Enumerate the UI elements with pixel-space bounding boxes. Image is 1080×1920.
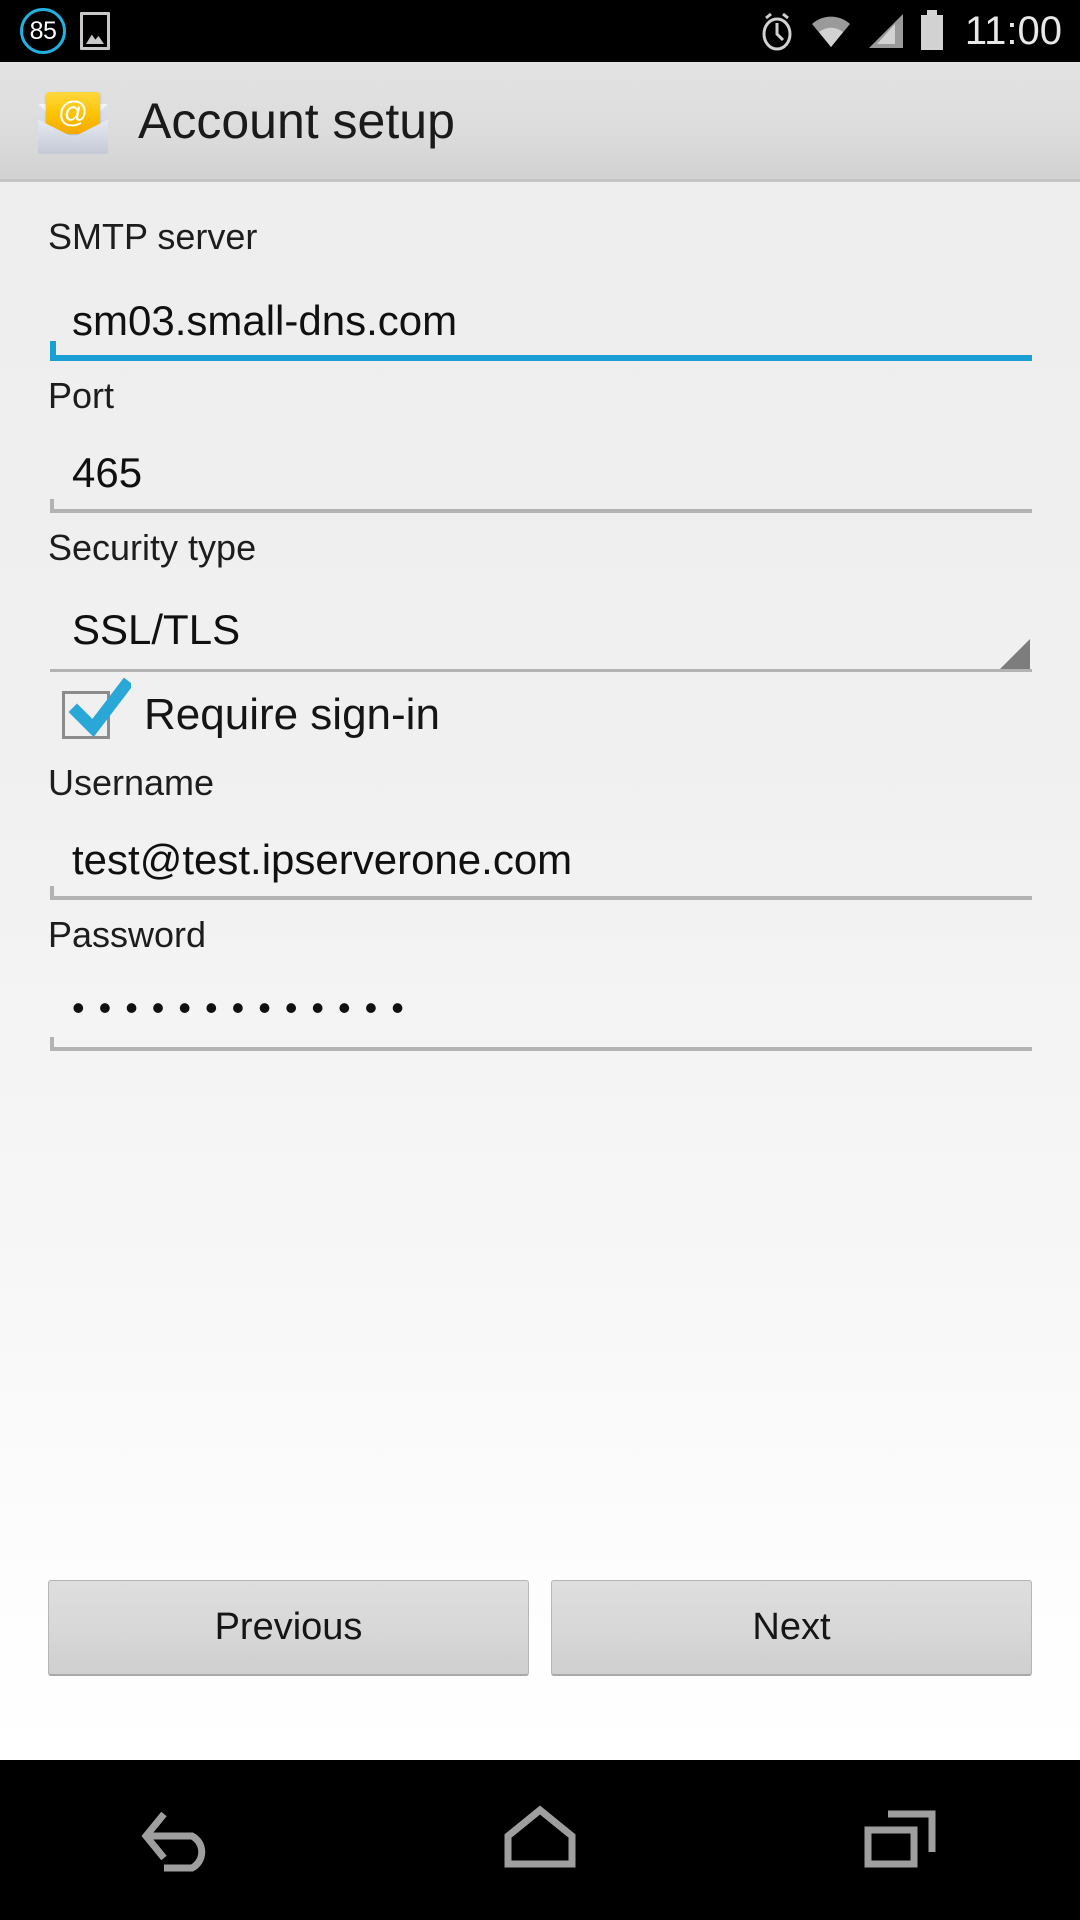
smtp-server-underline — [50, 341, 1032, 362]
checkbox-box — [62, 678, 131, 740]
account-setup-form: SMTP server sm03.small-dns.com Port 465 … — [0, 182, 1080, 1580]
password-value: ••••••••••••• — [72, 986, 418, 1028]
port-value: 465 — [72, 448, 143, 496]
android-screen: 85 11:00 @ Account setup SMTP server sm0… — [0, 0, 1080, 1920]
previous-button[interactable]: Previous — [48, 1580, 529, 1676]
back-button[interactable] — [80, 1780, 280, 1900]
security-type-value: SSL/TLS — [72, 606, 241, 654]
action-bar: @ Account setup — [0, 62, 1080, 182]
home-button[interactable] — [440, 1780, 640, 1900]
password-label: Password — [48, 913, 207, 955]
smtp-server-value: sm03.small-dns.com — [72, 297, 458, 345]
password-underline — [50, 1036, 1032, 1051]
security-type-label: Security type — [48, 526, 257, 568]
alarm-clock-icon — [762, 12, 792, 51]
status-bar-right: 11:00 — [757, 9, 1062, 54]
email-at-glyph: @ — [46, 91, 100, 134]
security-type-spinner[interactable]: SSL/TLS — [48, 580, 1032, 673]
password-input[interactable]: ••••••••••••• — [48, 967, 1032, 1051]
recents-icon — [864, 1810, 936, 1868]
notification-badge-icon: 85 — [20, 8, 66, 54]
battery-full-icon — [920, 10, 943, 50]
port-underline — [50, 498, 1032, 513]
username-label: Username — [48, 762, 215, 804]
username-input[interactable]: test@test.ipserverone.com — [48, 816, 1032, 900]
require-signin-label: Require sign-in — [144, 690, 440, 740]
page-title: Account setup — [138, 92, 455, 149]
username-value: test@test.ipserverone.com — [72, 835, 573, 883]
back-icon — [141, 1811, 206, 1872]
recents-button[interactable] — [800, 1780, 1000, 1900]
require-signin-checkbox[interactable]: Require sign-in — [62, 678, 1032, 740]
status-bar-left: 85 — [20, 8, 110, 54]
email-setup-icon: @ — [34, 86, 112, 156]
security-type-underline — [50, 669, 1032, 673]
home-icon — [504, 1805, 576, 1868]
smtp-server-input[interactable]: sm03.small-dns.com — [48, 269, 1032, 362]
port-input[interactable]: 465 — [48, 429, 1032, 513]
check-icon — [68, 678, 131, 738]
cellular-signal-icon — [868, 14, 903, 48]
navigation-bar — [0, 1760, 1080, 1920]
status-bar: 85 11:00 — [0, 0, 1080, 62]
port-label: Port — [48, 375, 115, 417]
spinner-triangle-icon — [1000, 639, 1030, 670]
wifi-icon — [811, 16, 850, 47]
image-thumbnail-icon — [80, 12, 110, 50]
next-button[interactable]: Next — [551, 1580, 1032, 1676]
username-underline — [50, 885, 1032, 900]
wizard-button-bar: Previous Next — [0, 1580, 1080, 1760]
status-bar-clock: 11:00 — [964, 8, 1062, 53]
smtp-server-label: SMTP server — [48, 216, 258, 257]
